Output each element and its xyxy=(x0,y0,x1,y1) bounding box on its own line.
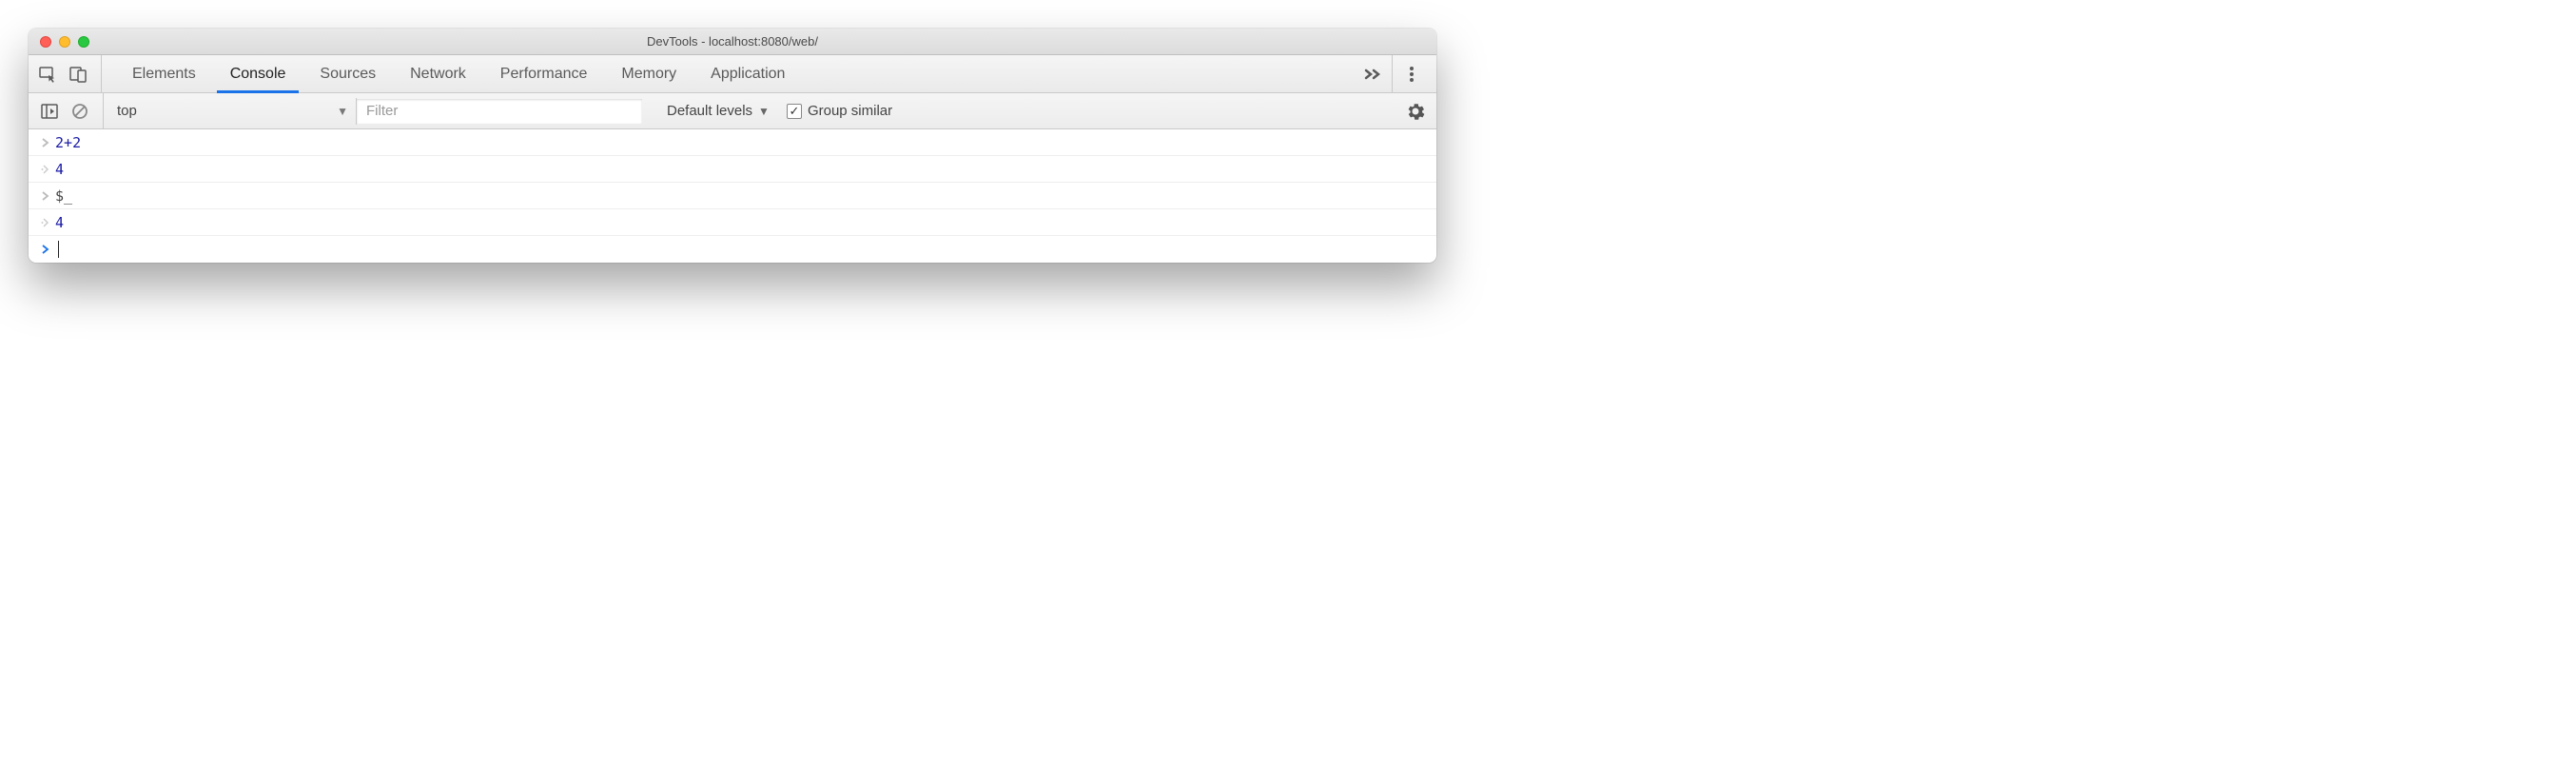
group-similar-label: Group similar xyxy=(808,103,892,119)
panel-tabs: ElementsConsoleSourcesNetworkPerformance… xyxy=(102,55,1354,92)
tabs-overflow-button[interactable] xyxy=(1354,55,1393,92)
output-indicator-icon xyxy=(36,217,55,228)
kebab-menu-icon[interactable] xyxy=(1393,55,1431,92)
console-toolbar: top ▼ Default levels ▼ Group similar xyxy=(29,93,1436,129)
context-label: top xyxy=(117,103,137,119)
devtools-window: DevTools - localhost:8080/web/ ElementsC… xyxy=(29,29,1436,263)
tab-elements[interactable]: Elements xyxy=(115,55,213,92)
tab-performance[interactable]: Performance xyxy=(483,55,605,92)
traffic-lights xyxy=(29,36,89,48)
toolbar-left-group xyxy=(36,93,104,128)
console-result: 4 xyxy=(55,161,64,178)
input-chevron-icon xyxy=(36,190,55,202)
console-prompt-input[interactable] xyxy=(55,241,59,258)
tab-strip-left-tools xyxy=(34,55,102,92)
output-indicator-icon xyxy=(36,164,55,175)
tab-memory[interactable]: Memory xyxy=(604,55,693,92)
console-input-line: 2+2 xyxy=(29,129,1436,156)
inspect-element-icon[interactable] xyxy=(34,61,61,88)
minimize-window-button[interactable] xyxy=(59,36,70,48)
group-similar-toggle[interactable]: Group similar xyxy=(787,103,892,119)
input-chevron-icon xyxy=(36,137,55,148)
console-input-line: $_ xyxy=(29,183,1436,209)
toggle-sidebar-icon[interactable] xyxy=(36,98,63,125)
chevron-down-icon: ▼ xyxy=(337,105,348,118)
text-cursor xyxy=(58,241,59,258)
toggle-device-toolbar-icon[interactable] xyxy=(65,61,91,88)
console-result: 4 xyxy=(55,214,64,231)
console-prompt-line xyxy=(29,236,1436,263)
tab-console[interactable]: Console xyxy=(213,55,303,92)
console-log-area[interactable]: 2+2 4 $_ 4 xyxy=(29,129,1436,263)
window-title: DevTools - localhost:8080/web/ xyxy=(29,34,1436,49)
console-output-line: 4 xyxy=(29,209,1436,236)
execution-context-selector[interactable]: top ▼ xyxy=(109,98,357,125)
clear-console-icon[interactable] xyxy=(67,98,93,125)
tab-sources[interactable]: Sources xyxy=(302,55,393,92)
settings-gear-icon[interactable] xyxy=(1402,98,1429,125)
tab-network[interactable]: Network xyxy=(393,55,483,92)
checkbox-icon[interactable] xyxy=(787,104,802,119)
console-code: $_ xyxy=(55,187,72,205)
chevron-down-icon: ▼ xyxy=(758,105,770,118)
tab-application[interactable]: Application xyxy=(693,55,802,92)
close-window-button[interactable] xyxy=(40,36,51,48)
zoom-window-button[interactable] xyxy=(78,36,89,48)
console-code: 2+2 xyxy=(55,134,81,151)
levels-label: Default levels xyxy=(667,103,752,119)
titlebar: DevTools - localhost:8080/web/ xyxy=(29,29,1436,55)
filter-input[interactable] xyxy=(357,99,642,124)
prompt-chevron-icon xyxy=(36,244,55,255)
tab-strip: ElementsConsoleSourcesNetworkPerformance… xyxy=(29,55,1436,93)
log-levels-selector[interactable]: Default levels ▼ xyxy=(667,103,770,119)
console-output-line: 4 xyxy=(29,156,1436,183)
